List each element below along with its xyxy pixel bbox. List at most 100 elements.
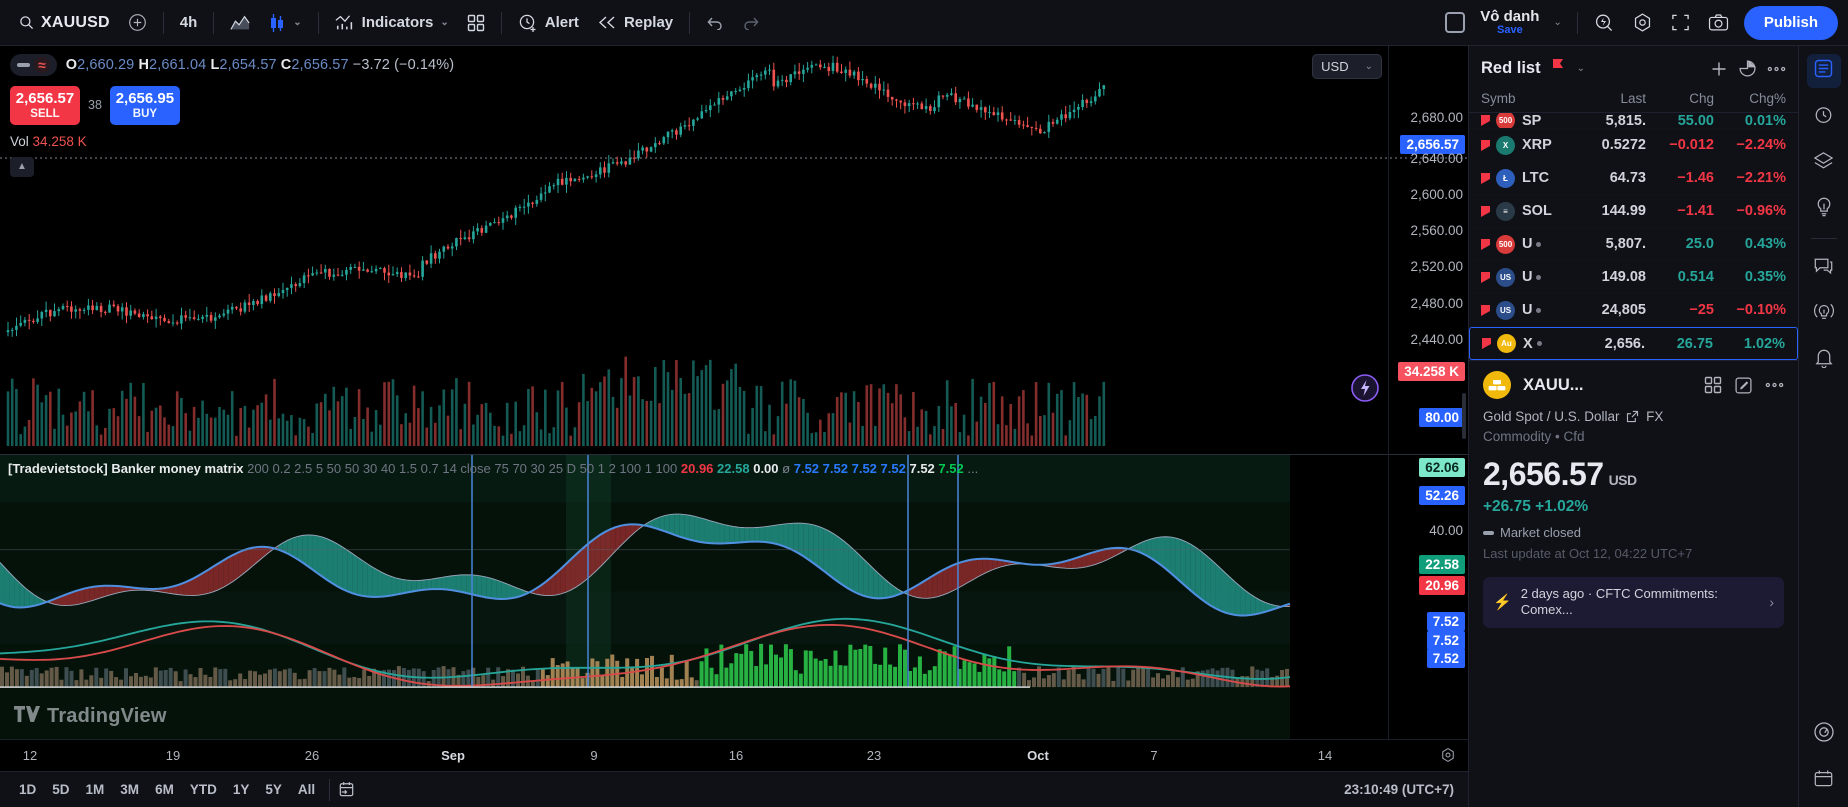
range-button-5d[interactable]: 5D [45, 779, 76, 800]
chart-style-area-button[interactable] [221, 7, 259, 39]
watchlist-row[interactable]: US U 149.08 0.514 0.35% [1469, 261, 1798, 294]
watchlist-last: 0.5272 [1601, 137, 1646, 153]
watchlist-chgp: 0.43% [1744, 236, 1786, 252]
chevron-down-icon[interactable]: ⌄ [440, 17, 448, 28]
indicators-button[interactable]: Indicators ⌄ [326, 7, 458, 39]
snapshot-button[interactable] [1699, 7, 1738, 39]
time-axis[interactable]: 12 19 26 Sep 9 16 23 Oct 7 14 [0, 739, 1468, 771]
price-axis[interactable]: 2,680.00 2,656.57 2,640.00 2,600.00 2,56… [1388, 46, 1468, 739]
red-flag-icon [1481, 304, 1490, 316]
time-axis-settings-icon[interactable] [1440, 747, 1456, 768]
osc-badge-c: 7.52 [1426, 649, 1465, 668]
sidebar-item-ideas[interactable] [1807, 192, 1841, 226]
add-symbol-button[interactable] [119, 7, 156, 39]
alert-clock-icon [518, 13, 538, 33]
price-tick: 2,640.00 [1410, 151, 1463, 166]
axis-scrollbar[interactable] [1462, 392, 1466, 439]
column-chg[interactable]: Chg [1646, 91, 1714, 106]
indicator-pane[interactable] [0, 455, 1468, 739]
watchlist-title[interactable]: Red list [1481, 59, 1541, 78]
status-dot-icon [1536, 341, 1542, 347]
watchlist-last: 149.08 [1601, 269, 1646, 285]
watchlist-chg: 0.514 [1677, 269, 1714, 285]
chart-canvas[interactable]: 2,680.00 2,656.57 2,640.00 2,600.00 2,56… [0, 46, 1468, 739]
right-rail [1798, 46, 1848, 807]
chart-style-candles-button[interactable]: ⌄ [259, 7, 310, 39]
column-last[interactable]: Last [1574, 91, 1646, 106]
range-button-5y[interactable]: 5Y [258, 779, 289, 800]
sidebar-item-chat[interactable] [1807, 251, 1841, 285]
divider [500, 11, 502, 34]
sidebar-item-compass[interactable] [1807, 717, 1841, 751]
watchlist-symbol: U [1522, 269, 1574, 285]
publish-button[interactable]: Publish [1743, 5, 1838, 40]
sidebar-item-watchlist[interactable] [1806, 54, 1841, 88]
divider [317, 11, 319, 34]
column-symbol[interactable]: Symb [1481, 91, 1574, 106]
sidebar-item-layers[interactable] [1807, 146, 1841, 180]
redo-button[interactable] [733, 7, 769, 39]
more-horizontal-icon[interactable] [1765, 382, 1784, 388]
chevron-down-icon[interactable]: ⌄ [1577, 63, 1585, 74]
alert-button[interactable]: Alert [509, 7, 588, 39]
undo-button[interactable] [697, 7, 733, 39]
symbol-logo-icon: 500 [1496, 113, 1515, 128]
detail-price-row: 2,656.57 USD [1483, 456, 1784, 493]
layout-box-button[interactable] [1436, 7, 1474, 39]
watchlist-row[interactable]: X XRP 0.5272 −0.012 −2.24% [1469, 129, 1798, 162]
symbol-search-button[interactable]: XAUUSD [10, 7, 119, 39]
range-button-1y[interactable]: 1Y [226, 779, 257, 800]
interval-button[interactable]: 4h [171, 7, 207, 39]
collapse-legend-button[interactable]: ▲ [10, 156, 34, 177]
chevron-down-icon[interactable]: ⌄ [293, 17, 301, 28]
watchlist-row[interactable]: 500 SP 5,815. 55.00 0.01% [1469, 113, 1798, 129]
range-button-ytd[interactable]: YTD [183, 779, 224, 800]
chevron-down-icon: ⌄ [1364, 61, 1373, 72]
sidebar-item-alerts[interactable] [1807, 100, 1841, 134]
sidebar-item-broadcast[interactable] [1807, 297, 1841, 331]
chevron-down-icon[interactable]: ⌄ [1553, 17, 1561, 28]
area-chart-icon [230, 14, 250, 32]
pie-chart-icon[interactable] [1738, 59, 1757, 78]
watchlist-row[interactable]: Ł LTC 64.73 −1.46 −2.21% [1469, 162, 1798, 195]
news-card[interactable]: ⚡ 2 days ago · CFTC Commitments: Comex..… [1483, 576, 1784, 629]
pencil-icon[interactable] [1734, 376, 1753, 395]
lightning-marker-icon[interactable] [1350, 373, 1380, 408]
range-button-1m[interactable]: 1M [79, 779, 112, 800]
price-pane[interactable] [0, 46, 1468, 454]
quick-search-button[interactable] [1585, 7, 1623, 39]
replay-button[interactable]: Replay [588, 7, 682, 39]
volume-series [6, 356, 1106, 446]
range-button-all[interactable]: All [291, 779, 322, 800]
templates-button[interactable] [458, 7, 494, 39]
watchlist-row[interactable]: Au X 2,656. 26.75 1.02% [1469, 327, 1798, 360]
layout-name-button[interactable]: Vô danh Save [1474, 9, 1545, 36]
detail-market: FX [1646, 409, 1664, 424]
sidebar-item-calendar[interactable] [1807, 763, 1841, 797]
price-tick: 2,520.00 [1410, 259, 1463, 274]
currency-select[interactable]: USD ⌄ [1312, 54, 1382, 79]
sidebar-item-notifications[interactable] [1807, 343, 1841, 377]
range-button-3m[interactable]: 3M [113, 779, 146, 800]
range-button-1d[interactable]: 1D [12, 779, 43, 800]
external-link-icon[interactable] [1626, 410, 1639, 426]
pane-divider[interactable] [0, 454, 1468, 455]
detail-status-text: Market closed [1500, 525, 1581, 540]
watchlist-row[interactable]: ≡ SOL 144.99 −1.41 −0.96% [1469, 195, 1798, 228]
watchlist-row[interactable]: 500 U 5,807. 25.0 0.43% [1469, 228, 1798, 261]
grid-icon[interactable] [1704, 376, 1722, 394]
layout-save-link[interactable]: Save [1497, 24, 1523, 37]
watchlist-symbol: U [1522, 236, 1574, 252]
range-button-6m[interactable]: 6M [148, 779, 181, 800]
add-symbol-icon[interactable] [1710, 60, 1728, 78]
watchlist-row[interactable]: US U 24,805 −25 −0.10% [1469, 294, 1798, 327]
goto-date-icon[interactable] [337, 780, 356, 799]
watchlist-last: 5,807. [1605, 236, 1646, 252]
detail-type: Commodity • Cfd [1483, 429, 1585, 444]
settings-button[interactable] [1623, 7, 1662, 39]
tradingview-watermark: TradingView [14, 704, 167, 729]
column-chgp[interactable]: Chg% [1714, 91, 1786, 106]
broadcast-icon [1813, 301, 1835, 327]
fullscreen-button[interactable] [1662, 7, 1699, 39]
more-horizontal-icon[interactable] [1767, 66, 1786, 72]
